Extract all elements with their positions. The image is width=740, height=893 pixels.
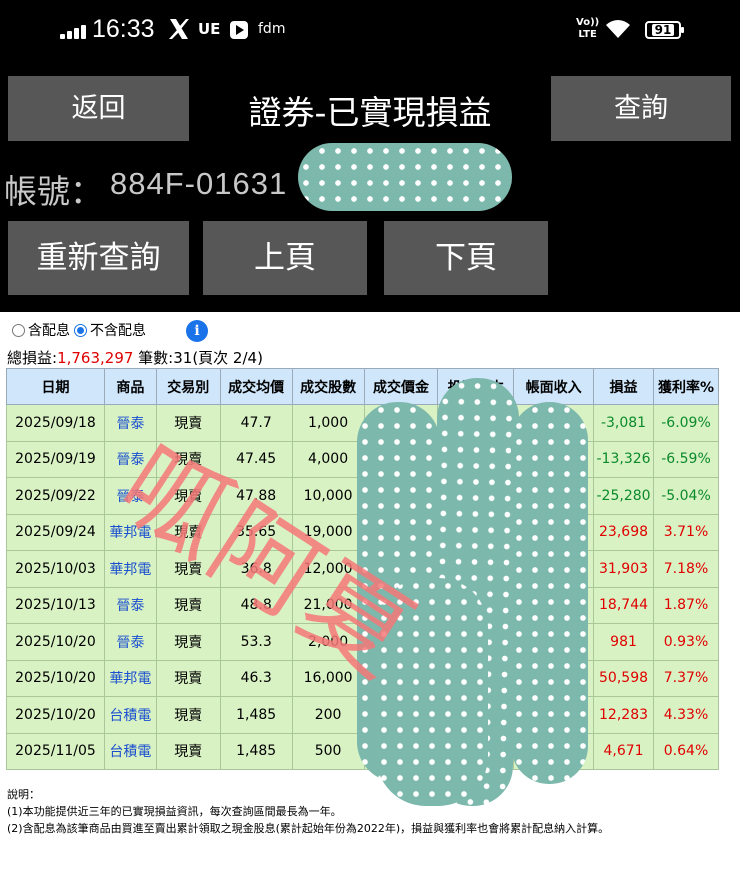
total-pnl-label: 總損益: (7, 349, 58, 367)
status-bar: 16:33 UE fdm Vo)) LTE 91 (0, 0, 740, 60)
cell-pnl: 12,283 (593, 696, 655, 734)
with-dividend-option[interactable]: 含配息 (12, 320, 70, 340)
notes-line-2: (2)含配息為該筆商品由買進至賣出累計領取之現金股息(累計起始年份為2022年)… (7, 822, 610, 835)
privacy-mask-account (298, 143, 512, 211)
cell-rate: 4.33% (653, 696, 719, 734)
cell-rate: 0.93% (653, 623, 719, 661)
cell-rate: 7.18% (653, 550, 719, 588)
cell-pnl: 23,698 (593, 513, 655, 551)
notes-line-1: (1)本功能提供近三年的已實現損益資訊，每次查詢區間最長為一年。 (7, 805, 342, 818)
cell-stock-link[interactable]: 晉泰 (103, 623, 157, 661)
cell-date: 2025/11/05 (6, 732, 105, 770)
without-dividend-label: 不含配息 (90, 323, 146, 339)
col-stock: 商品 (103, 368, 157, 405)
cell-type: 現賣 (155, 696, 221, 734)
fdm-app-icon: fdm (258, 21, 286, 37)
cell-stock-link[interactable]: 晉泰 (103, 404, 157, 442)
col-date: 日期 (6, 368, 105, 405)
account-number: 884F-01631 (110, 166, 288, 201)
cell-pnl: -25,280 (593, 477, 655, 515)
x-app-icon (169, 19, 189, 39)
without-dividend-option[interactable]: 不含配息 (74, 320, 146, 340)
cell-rate: 1.87% (653, 586, 719, 624)
col-pnl: 損益 (593, 368, 655, 405)
cell-type: 現賣 (155, 732, 221, 770)
battery-level: 91 (651, 24, 675, 36)
info-icon[interactable]: i (186, 320, 208, 342)
record-count: 筆數:31(頁次 2/4) (133, 349, 263, 367)
cell-shares: 4,000 (291, 440, 365, 478)
cell-type: 現賣 (155, 659, 221, 697)
cell-date: 2025/10/20 (6, 696, 105, 734)
col-avg-price: 成交均價 (219, 368, 293, 405)
privacy-mask (511, 402, 588, 784)
col-shares: 成交股數 (291, 368, 365, 405)
cell-date: 2025/09/24 (6, 513, 105, 551)
cell-shares: 200 (291, 696, 365, 734)
cell-pnl: 18,744 (593, 586, 655, 624)
cell-type: 現賣 (155, 623, 221, 661)
youtube-icon (230, 21, 248, 39)
cell-rate: 3.71% (653, 513, 719, 551)
cell-date: 2025/09/19 (6, 440, 105, 478)
cell-rate: 0.64% (653, 732, 719, 770)
table-header-row: 日期 商品 交易別 成交均價 成交股數 成交價金 投資成本 帳面收入 損益 獲利… (6, 368, 719, 405)
cell-stock-link[interactable]: 台積電 (103, 732, 157, 770)
cell-price: 46.3 (219, 659, 293, 697)
notes: 說明： (1)本功能提供近三年的已實現損益資訊，每次查詢區間最長為一年。 (2)… (7, 786, 609, 837)
cell-rate: -6.09% (653, 404, 719, 442)
col-trade-type: 交易別 (155, 368, 221, 405)
cell-pnl: -13,326 (593, 440, 655, 478)
cell-date: 2025/10/03 (6, 550, 105, 588)
query-button[interactable]: 查詢 (551, 76, 731, 141)
cell-pnl: 50,598 (593, 659, 655, 697)
cell-rate: -6.59% (653, 440, 719, 478)
account-label: 帳號： (4, 172, 103, 211)
cell-price: 1,485 (219, 696, 293, 734)
cell-rate: 7.37% (653, 659, 719, 697)
cell-shares: 500 (291, 732, 365, 770)
cell-date: 2025/10/20 (6, 623, 105, 661)
volte-icon: Vo)) LTE (576, 17, 600, 40)
prev-page-button[interactable]: 上頁 (203, 221, 367, 295)
cell-date: 2025/09/18 (6, 404, 105, 442)
ue-app-icon: UE (198, 20, 221, 38)
with-dividend-radio[interactable] (12, 323, 25, 337)
cell-stock-link[interactable]: 華邦電 (103, 659, 157, 697)
page-title: 證券-已實現損益 (248, 93, 492, 132)
cell-shares: 1,000 (291, 404, 365, 442)
requery-button[interactable]: 重新查詢 (8, 221, 189, 295)
total-pnl-value: 1,763,297 (57, 349, 134, 367)
cell-date: 2025/10/13 (6, 586, 105, 624)
col-rate: 獲利率% (653, 368, 719, 405)
cell-date: 2025/09/22 (6, 477, 105, 515)
col-amount: 成交價金 (363, 368, 439, 405)
cell-pnl: -3,081 (593, 404, 655, 442)
cell-stock-link[interactable]: 台積電 (103, 696, 157, 734)
signal-icon (60, 25, 86, 39)
dividend-options: 含配息 不含配息 (12, 320, 150, 340)
cell-price: 47.7 (219, 404, 293, 442)
with-dividend-label: 含配息 (28, 323, 70, 339)
cell-pnl: 31,903 (593, 550, 655, 588)
cell-rate: -5.04% (653, 477, 719, 515)
summary-line: 總損益:1,763,297 筆數:31(頁次 2/4) (7, 347, 263, 368)
col-income: 帳面收入 (513, 368, 595, 405)
without-dividend-radio[interactable] (74, 323, 87, 337)
battery-icon: 91 (645, 21, 684, 39)
cell-stock-link[interactable]: 晉泰 (103, 586, 157, 624)
back-button[interactable]: 返回 (8, 76, 189, 141)
cell-price: 1,485 (219, 732, 293, 770)
wifi-icon (606, 20, 630, 38)
status-time: 16:33 (92, 15, 155, 43)
notes-title: 說明： (7, 788, 40, 801)
next-page-button[interactable]: 下頁 (384, 221, 548, 295)
cell-pnl: 981 (593, 623, 655, 661)
cell-date: 2025/10/20 (6, 659, 105, 697)
cell-pnl: 4,671 (593, 732, 655, 770)
cell-shares: 10,000 (291, 477, 365, 515)
